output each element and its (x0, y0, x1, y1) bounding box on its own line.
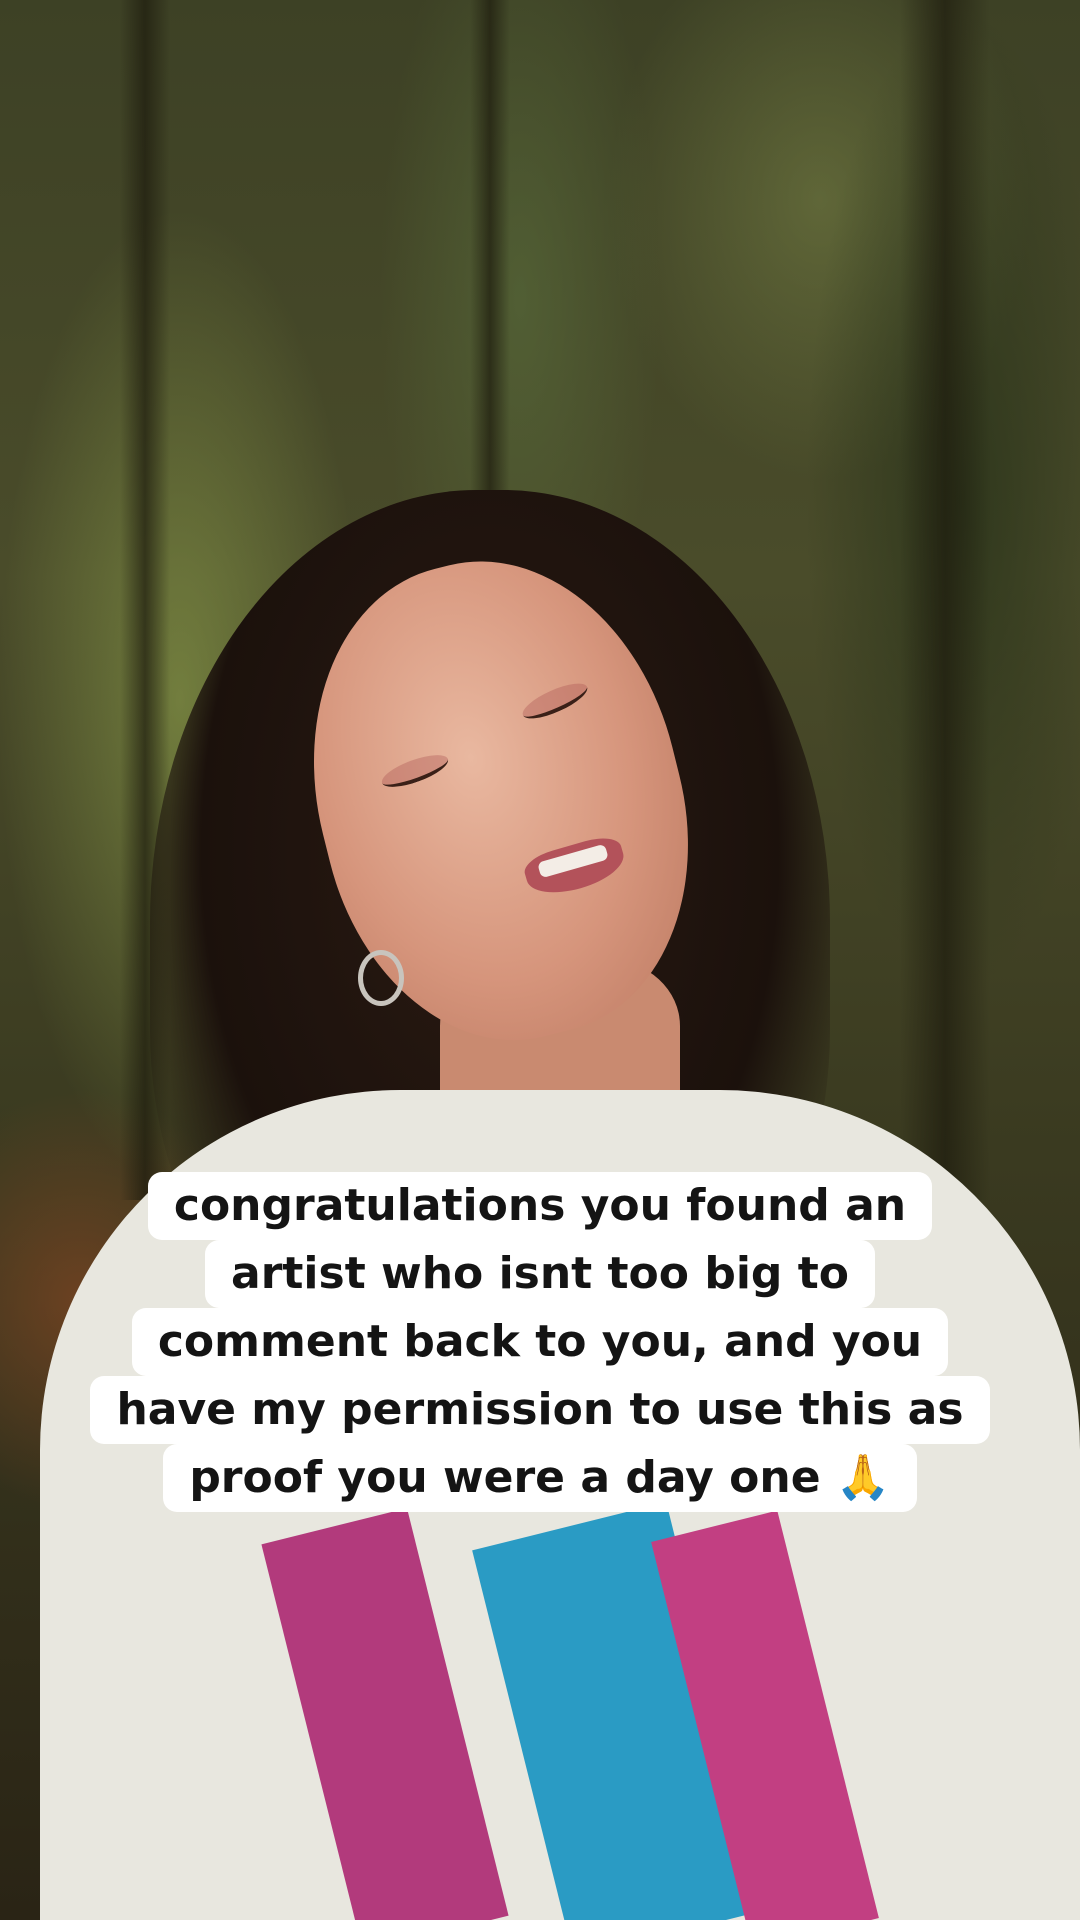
hoop-earring (358, 950, 404, 1006)
caption-line: artist who isnt too big to (205, 1240, 875, 1308)
caption-line: proof you were a day one 🙏 (163, 1444, 917, 1512)
video-frame: congratulations you found an artist who … (0, 0, 1080, 1920)
caption-line: congratulations you found an (147, 1172, 933, 1240)
background-tree-trunk (900, 0, 990, 1200)
caption-line: comment back to you, and you (131, 1308, 949, 1376)
caption-overlay: congratulations you found an artist who … (0, 1172, 1080, 1512)
caption-line: have my permission to use this as (90, 1376, 990, 1444)
